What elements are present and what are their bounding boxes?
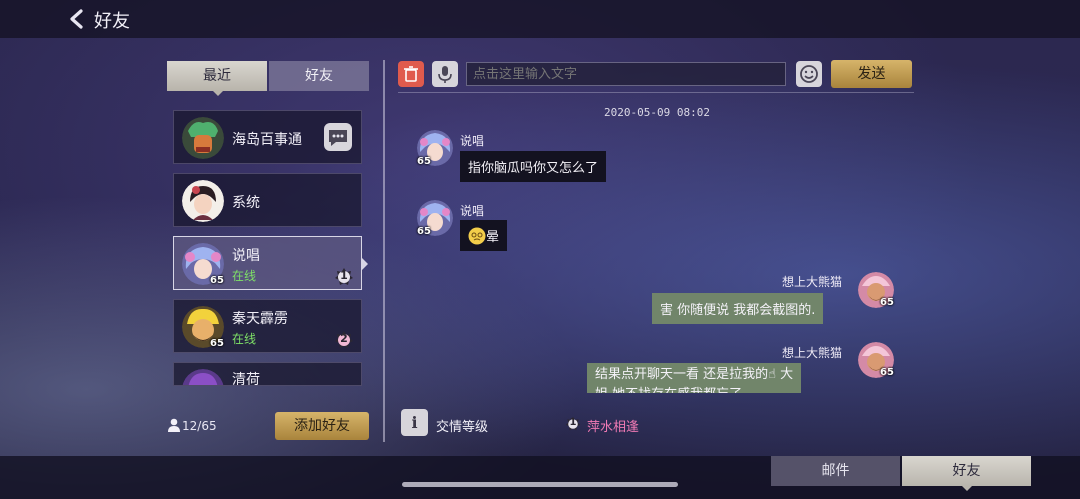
- intimacy-level-label: 交情等级: [436, 420, 489, 435]
- microphone-icon: [438, 66, 452, 83]
- info-icon: i: [411, 413, 418, 432]
- active-tab-indicator: [962, 486, 972, 491]
- add-friend-button[interactable]: 添加好友: [275, 412, 369, 440]
- send-button[interactable]: 发送: [831, 60, 912, 88]
- avatar: [182, 117, 224, 159]
- friend-name: 系统: [232, 195, 260, 211]
- friend-count: 12/65: [168, 418, 217, 433]
- friend-item-qintian[interactable]: 65 秦天霹雳 在线 2: [173, 299, 362, 353]
- message-bubble: 害 你随便说 我都会截图的.: [652, 293, 824, 324]
- send-message-button[interactable]: [324, 123, 352, 151]
- top-bar: [0, 0, 1080, 38]
- level-label: 65: [210, 338, 224, 349]
- avatar: [182, 369, 224, 385]
- friend-item-system[interactable]: 系统: [173, 173, 362, 227]
- intimacy-badge: 2: [334, 330, 354, 350]
- tab-recent[interactable]: 最近: [167, 61, 267, 91]
- level-label: 65: [417, 226, 431, 237]
- message-text: 晕: [486, 230, 500, 245]
- active-tab-indicator: [213, 91, 223, 96]
- level-label: 65: [210, 275, 224, 286]
- friend-count-value: 12/65: [182, 419, 217, 433]
- relationship-level: 1: [569, 417, 577, 428]
- tab-mail[interactable]: 邮件: [771, 456, 900, 486]
- friend-name: 清荷: [232, 372, 260, 386]
- sender-name: 说唱: [460, 134, 485, 148]
- level-label: 65: [880, 367, 894, 378]
- trash-icon: [404, 66, 418, 82]
- page-title: 好友: [94, 11, 130, 32]
- friend-list-tabs: 最近 好友: [167, 61, 370, 96]
- chat-timestamp: 2020-05-09 08:02: [604, 106, 710, 119]
- back-arrow-icon[interactable]: [66, 8, 88, 30]
- message-bubble: 指你脑瓜吗你又怎么了: [460, 151, 607, 182]
- level-label: 65: [880, 297, 894, 308]
- home-indicator[interactable]: [402, 482, 678, 487]
- selected-indicator: [362, 258, 368, 270]
- tab-friends-bottom[interactable]: 好友: [902, 456, 1031, 486]
- sender-name: 想上大熊猫: [782, 275, 843, 289]
- message-bubble: 晕: [460, 220, 508, 251]
- message-line-1: 结果点开聊天一看 还是拉我的☝ 大: [595, 367, 794, 382]
- sender-name: 说唱: [460, 204, 485, 218]
- friend-name: 海岛百事通: [232, 132, 302, 148]
- voice-input-button[interactable]: [432, 61, 458, 87]
- clear-chat-button[interactable]: [398, 61, 424, 87]
- online-status: 在线: [232, 332, 257, 346]
- badge-number: 1: [340, 269, 348, 282]
- badge-number: 2: [340, 332, 348, 345]
- level-label: 65: [417, 156, 431, 167]
- person-icon: [168, 418, 180, 432]
- friend-name: 秦天霹雳: [232, 311, 288, 327]
- message-line-2: 姐 她不找存在感我都忘了: [595, 385, 793, 393]
- chat-bubble-icon: [329, 130, 347, 146]
- relationship-badge: 1: [565, 416, 581, 432]
- tab-friends[interactable]: 好友: [269, 61, 369, 91]
- dizzy-face-icon: [468, 227, 486, 245]
- online-status: 在线: [232, 269, 257, 283]
- friend-item-qinghe[interactable]: 清荷: [173, 362, 362, 386]
- friend-name: 说唱: [232, 248, 260, 264]
- relationship-title: 萍水相逢: [587, 420, 640, 435]
- info-button[interactable]: i: [401, 409, 428, 436]
- message-clip: 结果点开聊天一看 还是拉我的☝ 大 姐 她不找存在感我都忘了: [587, 363, 853, 393]
- friend-item-shuochang[interactable]: 65 说唱 在线 1: [173, 236, 362, 290]
- friend-item-haidao[interactable]: 海岛百事通: [173, 110, 362, 164]
- smiley-icon: [800, 65, 818, 83]
- intimacy-badge: 1: [334, 267, 354, 287]
- chat-toolbar-divider: [398, 92, 914, 93]
- panel-divider: [383, 60, 385, 442]
- chat-input[interactable]: [466, 62, 786, 86]
- message-bubble: 结果点开聊天一看 还是拉我的☝ 大 姐 她不找存在感我都忘了: [587, 363, 802, 393]
- sender-name: 想上大熊猫: [782, 346, 843, 360]
- emoji-button[interactable]: [796, 61, 822, 87]
- avatar: [182, 180, 224, 222]
